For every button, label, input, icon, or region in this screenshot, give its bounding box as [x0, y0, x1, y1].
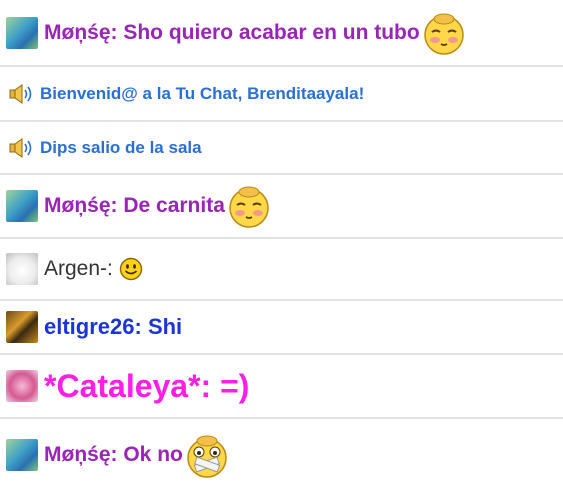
username[interactable]: eltigre26: [44, 314, 135, 339]
blushing-smiley-icon: [225, 182, 273, 230]
chat-message: Møņśę: Sho quiero acabar en un tubo: [0, 0, 563, 67]
message-text: De carnita: [117, 194, 225, 217]
chat-message: Møņśę: Ok no: [0, 419, 563, 490]
system-text: Bienvenid@ a la Tu Chat, Brenditaayala!: [40, 83, 365, 103]
taped-mouth-smiley-icon: [183, 430, 231, 480]
username[interactable]: Argen-: [44, 257, 107, 280]
user-avatar[interactable]: [6, 190, 38, 222]
message-text: Sho quiero acabar en un tubo: [117, 20, 420, 44]
chat-message: eltigre26: Shi: [0, 301, 563, 355]
separator: :: [110, 442, 118, 466]
message-line: Møņśę: Ok no: [44, 443, 183, 467]
separator: :: [200, 367, 212, 404]
chat-message: Argen-:: [0, 239, 563, 301]
message-text: Ok no: [117, 442, 183, 466]
message-text: =): [211, 367, 250, 404]
separator: :: [134, 314, 142, 339]
separator: :: [110, 194, 118, 217]
separator: :: [107, 257, 113, 280]
message-line: Møņśę: Sho quiero acabar en un tubo: [44, 21, 420, 45]
chat-message: Møņśę: De carnita: [0, 175, 563, 239]
speaker-icon: [8, 137, 34, 159]
speaker-icon: [8, 83, 34, 105]
message-text: Shi: [141, 314, 183, 339]
blushing-smiley-icon: [420, 9, 468, 57]
username[interactable]: Møņśę: [44, 443, 111, 466]
user-avatar[interactable]: [6, 438, 38, 471]
username[interactable]: Møņśę: [44, 194, 111, 217]
chat-log: Møņśę: Sho quiero acabar en un tubo Bien…: [0, 0, 563, 490]
user-avatar[interactable]: [6, 370, 38, 402]
system-text: Dips salio de la sala: [40, 137, 202, 157]
message-line: Møņśę: De carnita: [44, 194, 225, 218]
system-message: Dips salio de la sala: [0, 122, 563, 175]
message-line: eltigre26: Shi: [44, 314, 182, 340]
user-avatar[interactable]: [6, 253, 38, 285]
user-avatar[interactable]: [6, 311, 38, 343]
message-line: Argen-:: [44, 257, 113, 281]
smiley-face-icon: [119, 257, 143, 281]
username[interactable]: *Cataleya*: [44, 368, 201, 404]
message-line: *Cataleya*: =): [44, 368, 249, 405]
system-message: Bienvenid@ a la Tu Chat, Brenditaayala!: [0, 67, 563, 122]
chat-message: *Cataleya*: =): [0, 355, 563, 419]
username[interactable]: Møņśę: [44, 21, 111, 44]
separator: :: [110, 20, 118, 44]
user-avatar[interactable]: [6, 16, 38, 49]
